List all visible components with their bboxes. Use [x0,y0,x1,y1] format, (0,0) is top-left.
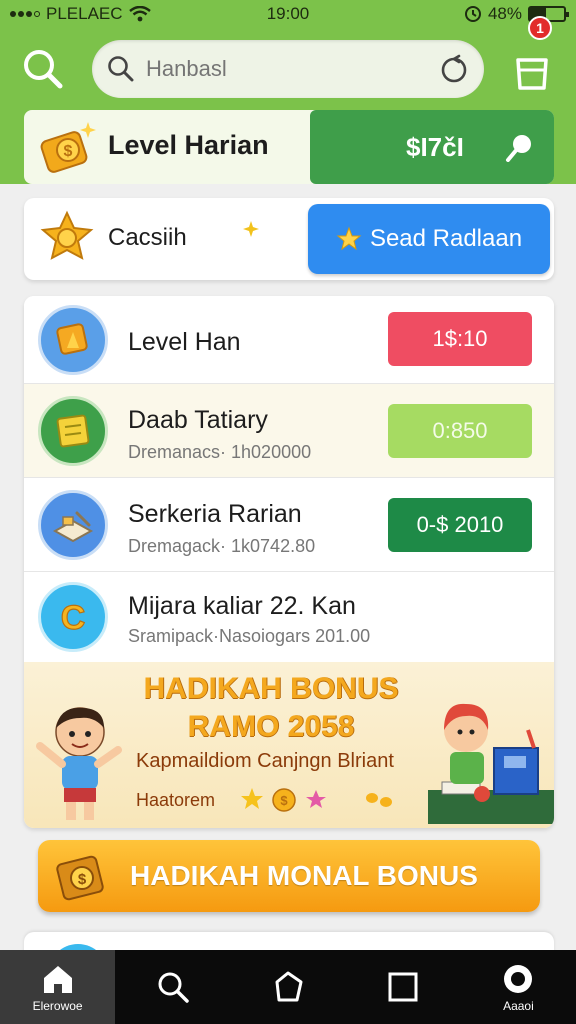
search-icon[interactable] [20,46,66,92]
status-bar: PLELAEC 19:00 48% [0,0,576,28]
list-item-name: Daab Tatiary [128,406,268,434]
list-item-avatar: C [38,582,108,652]
list-item-price-button[interactable]: 0:850 [388,404,532,458]
cash-card-button[interactable]: Sead Radlaan [308,204,550,274]
cart-icon[interactable] [512,50,552,92]
svg-text:$: $ [64,143,73,160]
banner-headline-1: HADIKAH BONUS [143,672,399,705]
hand-icon [506,135,531,162]
nav-profile[interactable]: Aaaoi [461,950,576,1024]
home-icon [43,965,72,993]
bottom-navigation: Elerowoe Aaaoi [0,950,576,1024]
search-bar[interactable] [92,40,484,98]
sparkle-icon [243,221,259,237]
promo-banner[interactable]: HADIKAH BONUS RAMO 2058 Kapmaildiom Canj… [24,662,554,828]
level-card-title: Level Harian [108,130,269,160]
nav-square[interactable] [346,950,461,1024]
list-item-name: Mijara kaliar 22. Kan [128,592,356,620]
cart-badge: 1 [528,16,552,40]
nav-home-label: Elerowoe [32,998,83,1013]
level-card-button-label: $I7čI [406,131,464,162]
search-icon [108,56,134,82]
coin-chest-icon: $ [56,855,104,901]
banner-headline-2: RAMO 2058 [187,710,355,743]
list-item[interactable]: Serkeria Rarian Dremagack· 1k0742.80 0-$… [24,478,554,572]
square-icon [388,972,418,1002]
stars-icon: $ [241,788,326,812]
reward-list: Level Han 1$:10 Daab Tatiary Dremanacs· … [24,296,554,828]
girl-illustration [428,703,554,824]
ticket-icon [56,414,90,448]
cash-card[interactable]: Cacsiih Sead Radlaan [24,198,554,280]
coin-icon: C [60,598,86,637]
cash-card-button-label: Sead Radlaan [369,225,523,252]
list-item-price-button[interactable]: 0-$ 2010 [388,498,532,552]
list-item-price-button[interactable]: 1$:10 [388,312,532,366]
battery-percent: 48% [487,4,522,23]
building-blocks-icon [52,511,94,543]
banner-subtitle: Kapmaildiom Canjngn Blriant [136,750,394,772]
status-right: 48% [464,4,569,24]
banner-small-label: Haatorem [136,790,216,810]
level-card-button[interactable]: $I7čI [310,110,554,184]
coin-chest-icon: $ [40,122,96,173]
refresh-icon[interactable] [438,53,470,85]
profile-icon [504,964,533,993]
nav-home[interactable]: Elerowoe [0,950,116,1024]
nav-profile-label: Aaaoi [503,998,534,1013]
status-left: PLELAEC [10,4,464,24]
list-item-avatar [38,396,108,466]
bonus-button[interactable]: $ HADIKAH MONAL BONUS [38,840,540,912]
alarm-icon [464,6,481,22]
star-icon [336,226,362,251]
search-input[interactable] [146,56,438,82]
list-item-subtitle: Dremanacs· 1h020000 [128,442,312,462]
svg-text:$: $ [78,871,87,888]
list-item[interactable]: Level Han 1$:10 [24,296,554,384]
cash-card-title: Cacsiih [108,224,187,251]
list-item-name: Serkeria Rarian [128,500,302,528]
carrier-name: PLELAEC [46,4,123,23]
list-item-name: Level Han [128,328,241,356]
trophy-icon [56,323,88,355]
list-item-avatar [38,490,108,560]
search-icon [158,972,189,1003]
signal-icon [10,11,40,17]
boy-illustration [36,707,122,820]
wifi-icon [128,6,151,22]
list-item-subtitle: Dremagack· 1k0742.80 [128,536,316,556]
level-harian-card[interactable]: $ Level Harian $I7čI [24,110,554,184]
top-bar [0,28,576,112]
list-item[interactable]: C Mijara kaliar 22. Kan Sramipack·Nasoio… [24,572,554,662]
svg-text:$: $ [280,793,288,808]
nav-tag[interactable] [230,950,345,1024]
list-item-avatar [38,305,108,375]
svg-text:C: C [61,599,86,637]
list-item[interactable]: Daab Tatiary Dremanacs· 1h020000 0:850 [24,384,554,478]
star-coin-icon [40,210,94,260]
bonus-button-label: HADIKAH MONAL BONUS [130,860,478,891]
nav-search[interactable] [115,950,230,1024]
coins-icon [366,793,392,807]
tag-icon [275,971,303,1002]
list-item-subtitle: Sramipack·Nasoiogars 201.00 [128,626,371,646]
